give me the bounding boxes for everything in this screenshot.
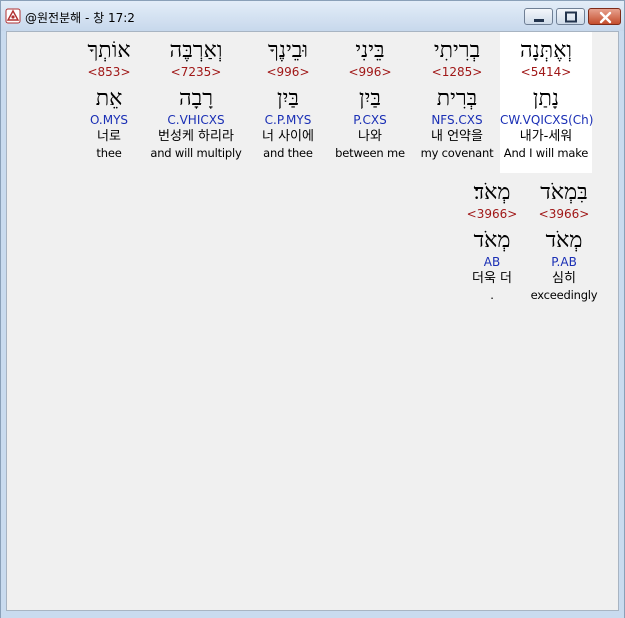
- word-column-7[interactable]: בִּמְאֹד <3966> מְאֹד P.AB 심히 exceedingl…: [524, 174, 604, 303]
- english-gloss: and thee: [263, 146, 313, 160]
- strong-number[interactable]: <3966>: [456, 206, 528, 222]
- parsing-code: P.AB: [551, 255, 577, 269]
- english-gloss: exceedingly: [530, 288, 598, 302]
- strong-number[interactable]: <5414>: [500, 64, 592, 80]
- hebrew-word: בֵּינִי: [355, 38, 385, 63]
- word-column-3[interactable]: בֵּינִי <996> בַּיִן P.CXS 나와 between me: [324, 32, 416, 161]
- app-logo-icon: [5, 8, 21, 24]
- hebrew-word: מְאֹד׃: [473, 180, 511, 205]
- korean-gloss: 내가-세워: [519, 129, 573, 144]
- lemma-word: בַּיִן: [359, 86, 381, 111]
- word-column-1[interactable]: וְאֶתְּנָה <5414> נָתַן CW.VQICXS(Ch) 내가…: [500, 32, 594, 173]
- lemma-word: בַּיִן: [277, 86, 299, 111]
- hebrew-word: וְאַרְבֶּה: [169, 38, 223, 63]
- word-column-5[interactable]: וְאַרְבֶּה <7235> רָבָה C.VHICXS 번성케 하리라…: [146, 32, 246, 161]
- hebrew-word: וְאֶתְּנָה: [519, 38, 573, 63]
- strong-number[interactable]: <3966>: [524, 206, 604, 222]
- parsing-code: CW.VQICXS(Ch): [500, 113, 594, 127]
- word-column-6[interactable]: אוֹתְךָ <853> אֵת O.MYS 너로 thee: [73, 32, 145, 161]
- lemma-word: בְּרִית: [436, 86, 478, 111]
- strong-number[interactable]: <853>: [73, 64, 145, 80]
- english-gloss: between me: [335, 146, 405, 160]
- maximize-button[interactable]: [556, 8, 585, 25]
- strong-number[interactable]: <7235>: [146, 64, 246, 80]
- title-bar[interactable]: @원전분해 - 창 17:2: [1, 1, 624, 31]
- lemma-word: מְאֹד: [545, 228, 583, 253]
- parsing-code: P.CXS: [353, 113, 387, 127]
- hebrew-word: בְרִיתִי: [433, 38, 481, 63]
- parsing-code: NFS.CXS: [431, 113, 483, 127]
- parsing-code: AB: [483, 255, 501, 269]
- english-gloss: and will multiply: [150, 146, 242, 160]
- word-column-4[interactable]: וּבֵינֶךָ <996> בַּיִן C.P.MYS 너 사이에 and…: [242, 32, 334, 161]
- strong-number[interactable]: <996>: [324, 64, 416, 80]
- lemma-word: מְאֹד: [473, 228, 511, 253]
- word-column-8[interactable]: מְאֹד׃ <3966> מְאֹד AB 더욱 더 .: [456, 174, 528, 303]
- strong-number[interactable]: <996>: [242, 64, 334, 80]
- korean-gloss: 심히: [552, 271, 576, 286]
- korean-gloss: 너로: [97, 129, 121, 144]
- strong-number[interactable]: <1285>: [411, 64, 503, 80]
- korean-gloss: 번성케 하리라: [158, 129, 234, 144]
- hebrew-word: בִּמְאֹד: [540, 180, 588, 205]
- hebrew-word: וּבֵינֶךָ: [268, 38, 308, 63]
- close-icon: [599, 11, 612, 24]
- parsing-code: C.VHICXS: [167, 113, 225, 127]
- english-gloss: .: [490, 288, 494, 302]
- window-bottom-border: [1, 611, 624, 618]
- window-title: @원전분해 - 창 17:2: [25, 11, 135, 25]
- maximize-icon: [565, 11, 577, 23]
- english-gloss: my covenant: [420, 146, 494, 160]
- english-gloss: thee: [96, 146, 122, 160]
- lemma-word: אֵת: [95, 86, 123, 111]
- korean-gloss: 나와: [358, 129, 382, 144]
- lemma-word: נָתַן: [532, 86, 560, 111]
- word-column-2[interactable]: בְרִיתִי <1285> בְּרִית NFS.CXS 내 언약을 my…: [411, 32, 503, 161]
- korean-gloss: 내 언약을: [431, 129, 483, 144]
- minimize-button[interactable]: [524, 8, 553, 25]
- app-window: @원전분해 - 창 17:2 וְאֶתְּנָה <5414> נָתַן C…: [0, 0, 625, 618]
- parsing-code: C.P.MYS: [264, 113, 312, 127]
- verse-analysis-panel: וְאֶתְּנָה <5414> נָתַן CW.VQICXS(Ch) 내가…: [6, 31, 619, 611]
- lemma-word: רָבָה: [178, 86, 214, 111]
- hebrew-word: אוֹתְךָ: [87, 38, 131, 63]
- english-gloss: And I will make: [503, 146, 589, 160]
- minimize-icon: [534, 19, 544, 22]
- korean-gloss: 너 사이에: [262, 129, 314, 144]
- close-button[interactable]: [588, 8, 621, 25]
- parsing-code: O.MYS: [89, 113, 129, 127]
- korean-gloss: 더욱 더: [471, 271, 512, 286]
